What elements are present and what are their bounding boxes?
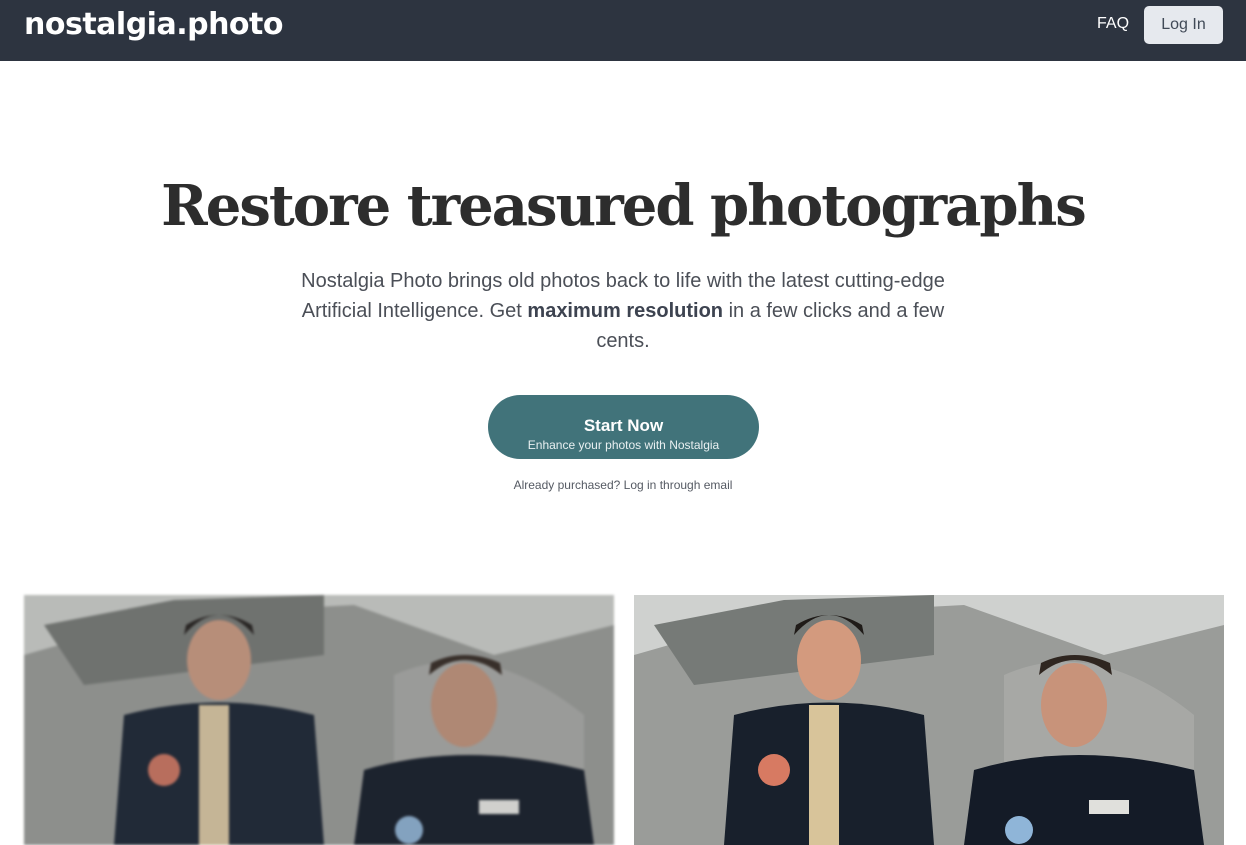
faq-link[interactable]: FAQ — [1097, 15, 1129, 33]
start-now-label: Start Now — [583, 415, 664, 435]
restored-photo — [634, 595, 1224, 845]
hero-subtitle: Nostalgia Photo brings old photos back t… — [293, 266, 953, 356]
top-navigation-bar: nostalgia.photo FAQ Log In — [0, 0, 1246, 61]
hero-title: Restore treasured photographs — [161, 173, 1087, 239]
login-button[interactable]: Log In — [1144, 6, 1223, 44]
hero-subtitle-bold: maximum resolution — [527, 300, 724, 322]
start-now-sublabel: Enhance your photos with Nostalgia — [527, 437, 720, 452]
before-photo — [24, 595, 614, 845]
start-now-button[interactable]: Start Now Enhance your photos with Nosta… — [488, 395, 759, 459]
site-logo[interactable]: nostalgia.photo — [24, 7, 283, 42]
already-purchased-link[interactable]: Already purchased? Log in through email — [0, 478, 1246, 492]
